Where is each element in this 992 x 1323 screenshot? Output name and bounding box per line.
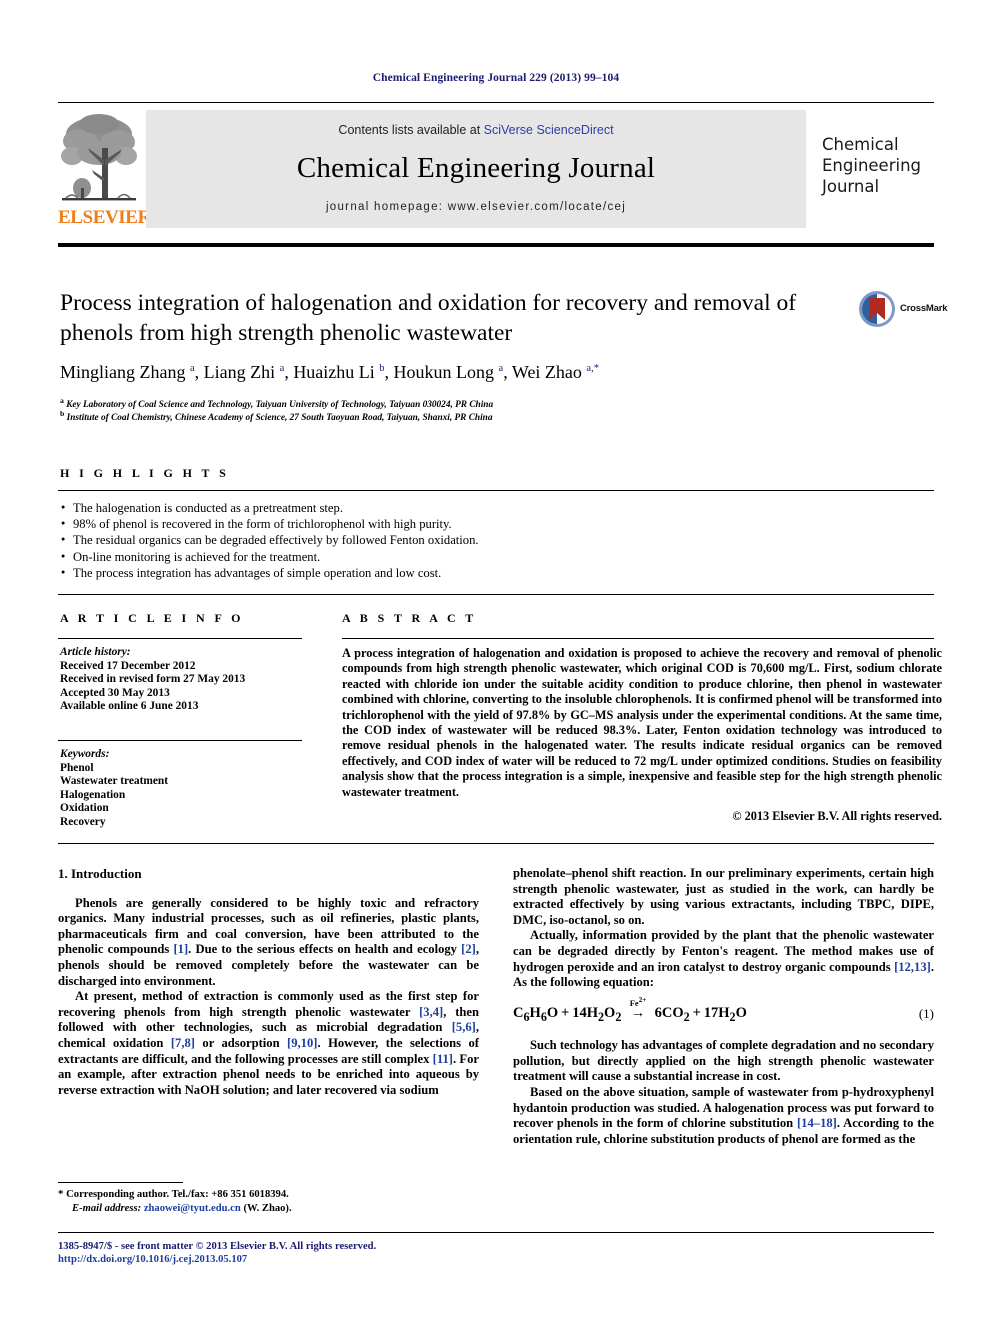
journal-cover-thumbnail: Chemical Engineering Journal xyxy=(816,110,934,228)
elsevier-tree-icon xyxy=(61,114,137,201)
page-title: Process integration of halogenation and … xyxy=(60,290,797,346)
equation-arrow: Fe2+ → xyxy=(625,996,651,1022)
email-link[interactable]: zhaowei@tyut.edu.cn xyxy=(144,1203,241,1214)
cover-title-line-3: Journal xyxy=(822,177,880,196)
list-item: 98% of phenol is recovered in the form o… xyxy=(60,515,920,532)
email-suffix: (W. Zhao). xyxy=(243,1202,292,1214)
footer-rule xyxy=(58,1232,934,1233)
equation-lhs: C6H6O + 14H2O2 xyxy=(513,1004,622,1024)
list-item: The process integration has advantages o… xyxy=(60,564,920,581)
affiliation-b-text: Institute of Coal Chemistry, Chinese Aca… xyxy=(66,413,493,424)
list-item: The halogenation is conducted as a pretr… xyxy=(60,499,920,516)
crossmark-label: CrossMark xyxy=(900,303,948,314)
imprint-line: 1385-8947/$ - see front matter © 2013 El… xyxy=(58,1241,377,1252)
paragraph: Actually, information provided by the pl… xyxy=(513,928,934,990)
journal-masthead: ELSEVIER Contents lists available at Sci… xyxy=(58,108,934,232)
article-history-label: Article history: xyxy=(60,646,131,658)
crossmark-badge[interactable]: CrossMark xyxy=(858,290,948,330)
paragraph: Based on the above situation, sample of … xyxy=(513,1085,934,1146)
top-rule xyxy=(58,102,934,103)
journal-homepage-link[interactable]: journal homepage: www.elsevier.com/locat… xyxy=(146,201,806,213)
equation-number: (1) xyxy=(918,1005,934,1021)
abstract-bottom-rule xyxy=(58,843,934,844)
history-received: Received 17 December 2012 xyxy=(60,659,196,672)
keyword-item: Recovery xyxy=(60,815,106,828)
keyword-item: Phenol xyxy=(60,761,94,774)
equation-rhs: 6CO2 + 17H2O xyxy=(654,1004,747,1024)
article-info-heading: A R T I C L E I N F O xyxy=(60,611,244,625)
list-item: On-line monitoring is achieved for the t… xyxy=(60,548,920,565)
elsevier-wordmark: ELSEVIER xyxy=(58,207,151,228)
elsevier-logo: ELSEVIER xyxy=(58,108,151,232)
paragraph: phenolate–phenol shift reaction. In our … xyxy=(513,866,934,927)
paragraph: Phenols are generally considered to be h… xyxy=(58,895,480,988)
abstract-text: A process integration of halogenation an… xyxy=(342,646,942,799)
history-revised: Received in revised form 27 May 2013 xyxy=(60,673,246,686)
keywords-block: Keywords: Phenol Wastewater treatment Ha… xyxy=(60,748,300,830)
keywords-label: Keywords: xyxy=(60,748,110,760)
sciencedirect-link[interactable]: SciVerse ScienceDirect xyxy=(484,123,614,137)
author-list: Mingliang Zhang a, Liang Zhi a, Huaizhu … xyxy=(60,362,599,382)
keyword-item: Wastewater treatment xyxy=(60,775,169,788)
keyword-item: Oxidation xyxy=(60,802,109,815)
corresponding-author-text: Corresponding author. Tel./fax: +86 351 … xyxy=(66,1189,289,1200)
article-info-rule xyxy=(58,638,302,639)
imprint-block: 1385-8947/$ - see front matter © 2013 El… xyxy=(58,1240,658,1267)
journal-article-page: Chemical Engineering Journal 229 (2013) … xyxy=(0,0,992,1323)
email-line: E-mail address: zhaowei@tyut.edu.cn (W. … xyxy=(58,1202,483,1216)
section-heading-introduction: 1. Introduction xyxy=(58,866,142,881)
keyword-item: Halogenation xyxy=(60,788,126,801)
paragraph: At present, method of extraction is comm… xyxy=(58,989,479,1097)
body-column-right: phenolate–phenol shift reaction. In our … xyxy=(513,866,934,1147)
running-head: Chemical Engineering Journal 229 (2013) … xyxy=(372,72,620,84)
cover-title-line-2: Engineering xyxy=(822,156,921,175)
keywords-rule xyxy=(58,740,302,741)
cover-title-line-1: Chemical xyxy=(822,135,899,154)
crossmark-icon xyxy=(859,291,895,327)
equation-catalyst-label: Fe2+ xyxy=(629,995,647,1008)
list-item: The residual organics can be degraded ef… xyxy=(60,531,920,548)
highlights-rule xyxy=(58,490,934,491)
masthead-bottom-rule xyxy=(58,243,934,247)
history-online: Available online 6 June 2013 xyxy=(60,700,199,713)
contents-prefix: Contents lists available at xyxy=(338,123,484,137)
corresponding-author-footnote: * Corresponding author. Tel./fax: +86 35… xyxy=(58,1188,483,1215)
doi-link[interactable]: http://dx.doi.org/10.1016/j.cej.2013.05.… xyxy=(58,1253,658,1266)
equation-1: C6H6O + 14H2O2 Fe2+ → 6CO2 + 17H2O (1) xyxy=(513,996,934,1025)
article-history: Article history: Received 17 December 20… xyxy=(60,646,300,714)
affiliation-b: b Institute of Coal Chemistry, Chinese A… xyxy=(60,409,493,424)
history-accepted: Accepted 30 May 2013 xyxy=(60,686,170,699)
abstract-copyright: © 2013 Elsevier B.V. All rights reserved… xyxy=(732,809,942,823)
highlights-heading: H I G H L I G H T S xyxy=(60,466,230,480)
masthead-band: Contents lists available at SciVerse Sci… xyxy=(146,110,806,228)
highlights-bottom-rule xyxy=(58,594,934,595)
email-label: E-mail address: xyxy=(72,1202,142,1214)
body-column-left: 1. Introduction Phenols are generally co… xyxy=(58,866,479,1098)
footnote-rule xyxy=(58,1182,183,1183)
contents-list-line: Contents lists available at SciVerse Sci… xyxy=(146,110,806,137)
abstract-rule xyxy=(342,638,934,639)
paragraph: Such technology has advantages of comple… xyxy=(513,1038,934,1084)
footnote-marker: * xyxy=(58,1188,64,1200)
highlights-list: The halogenation is conducted as a pretr… xyxy=(60,499,920,581)
abstract-heading: A B S T R A C T xyxy=(342,611,477,625)
journal-title: Chemical Engineering Journal xyxy=(296,152,656,184)
